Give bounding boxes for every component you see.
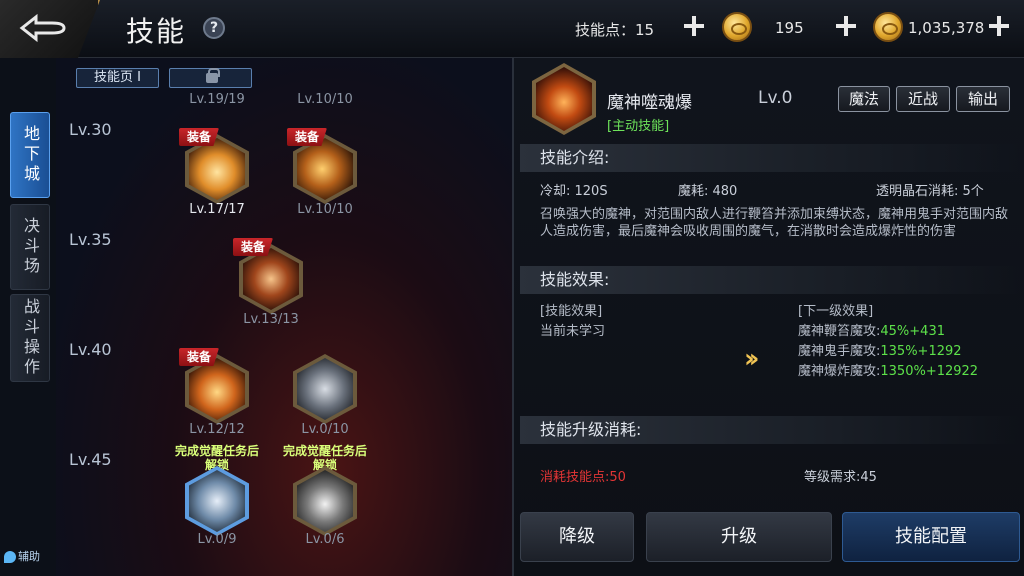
top-skill-level-1: Lv.19/19 bbox=[189, 92, 245, 107]
next-level-effect: [下一级效果] 魔神鞭笞魔攻:45%+431 魔神鬼手魔攻:135%+1292 … bbox=[798, 302, 978, 382]
tab-combat-controls[interactable]: 战斗操作 bbox=[10, 294, 50, 382]
skill-page-tab[interactable]: 技能页 I bbox=[76, 68, 159, 88]
upgrade-button[interactable]: 升级 bbox=[646, 512, 832, 562]
top-skill-level-2: Lv.10/10 bbox=[297, 92, 353, 107]
add-skill-points-button[interactable] bbox=[684, 16, 704, 36]
level-requirement: 等级需求:45 bbox=[804, 470, 877, 485]
skill-level: Lv.17/17 bbox=[189, 202, 245, 217]
next-effect-heading: [下一级效果] bbox=[798, 304, 874, 319]
add-gold-button[interactable] bbox=[836, 16, 856, 36]
assist-icon bbox=[4, 551, 16, 563]
skill-point-cost: 消耗技能点:50 bbox=[540, 470, 626, 485]
skill-level: Lv.0/9 bbox=[197, 532, 237, 547]
top-bar: 技能 ? 技能点：15 195 1,035,378 bbox=[0, 0, 1024, 58]
next-effect-line: 魔神鬼手魔攻:135%+1292 bbox=[798, 344, 962, 359]
skill-config-button[interactable]: 技能配置 bbox=[842, 512, 1020, 562]
effect-section-title: 技能效果: bbox=[520, 266, 1020, 294]
current-effect: [技能效果] 当前未学习 bbox=[540, 302, 605, 342]
tag-damage: 输出 bbox=[956, 86, 1010, 112]
next-effect-line: 魔神爆炸魔攻:1350%+12922 bbox=[798, 364, 979, 379]
selected-skill-frame bbox=[532, 63, 596, 135]
double-chevron-right-icon: ›› bbox=[744, 344, 760, 374]
skill-slot[interactable]: 装备 bbox=[179, 128, 249, 204]
bound-gold-icon bbox=[873, 12, 903, 42]
level-row-label: Lv.45 bbox=[69, 450, 112, 469]
level-row-label: Lv.35 bbox=[69, 230, 112, 249]
level-row-label: Lv.30 bbox=[69, 120, 112, 139]
equipped-tag: 装备 bbox=[179, 348, 219, 366]
current-effect-heading: [技能效果] bbox=[540, 304, 603, 319]
skill-level: Lv.0/10 bbox=[301, 422, 349, 437]
level-row-label: Lv.40 bbox=[69, 340, 112, 359]
gold-coins-value: 195 bbox=[775, 19, 804, 37]
page-title: 技能 bbox=[126, 15, 187, 48]
add-bound-gold-button[interactable] bbox=[989, 16, 1009, 36]
skill-slot[interactable] bbox=[185, 466, 249, 536]
skill-detail-panel: 魔神噬魂爆 [主动技能] Lv.0 魔法 近战 输出 技能介绍: 冷却: 120… bbox=[512, 58, 1024, 576]
assist-button[interactable]: 辅助 bbox=[4, 548, 40, 564]
skill-type: [主动技能] bbox=[607, 119, 670, 134]
skill-name: 魔神噬魂爆 bbox=[607, 93, 692, 113]
equipped-tag: 装备 bbox=[287, 128, 327, 146]
locked-skill-page-tab[interactable] bbox=[169, 68, 252, 88]
next-effect-line: 魔神鞭笞魔攻:45%+431 bbox=[798, 324, 945, 339]
skill-tree: 技能页 I Lv.19/19 Lv.10/10 Lv.30 Lv.35 Lv.4… bbox=[56, 58, 512, 576]
skill-slot[interactable]: 装备 bbox=[179, 348, 249, 424]
skill-slot[interactable]: 装备 bbox=[287, 128, 357, 204]
upgrade-cost-section-title: 技能升级消耗: bbox=[520, 416, 1020, 444]
skill-level: Lv.10/10 bbox=[297, 202, 353, 217]
intro-section-title: 技能介绍: bbox=[520, 144, 1020, 172]
tag-melee: 近战 bbox=[896, 86, 950, 112]
lock-icon bbox=[206, 68, 220, 83]
skill-level: Lv.12/12 bbox=[189, 422, 245, 437]
mana-cost: 魔耗: 480 bbox=[678, 184, 738, 199]
skill-points-label: 技能点：15 bbox=[575, 21, 655, 39]
skill-slot[interactable]: 装备 bbox=[233, 238, 303, 314]
help-icon[interactable]: ? bbox=[203, 17, 225, 39]
skill-slot[interactable] bbox=[293, 354, 357, 424]
back-button[interactable] bbox=[0, 0, 100, 58]
assist-label: 辅助 bbox=[18, 550, 40, 563]
category-sidebar: 地下城 决斗场 战斗操作 bbox=[0, 58, 56, 576]
equipped-tag: 装备 bbox=[233, 238, 273, 256]
tab-dungeon[interactable]: 地下城 bbox=[10, 112, 50, 198]
cooldown: 冷却: 120S bbox=[540, 184, 608, 199]
skill-description: 召唤强大的魔神，对范围内敌人进行鞭笞并添加束缚状态，魔神用鬼手对范围内敌人造成伤… bbox=[540, 207, 1009, 239]
equipped-tag: 装备 bbox=[179, 128, 219, 146]
gold-coin-icon bbox=[722, 12, 752, 42]
skill-current-level: Lv.0 bbox=[758, 88, 793, 108]
crystal-cost: 透明晶石消耗: 5个 bbox=[876, 184, 984, 199]
demon-burst-skill-icon bbox=[536, 67, 592, 131]
skill-level: Lv.0/6 bbox=[305, 532, 345, 547]
tag-magic: 魔法 bbox=[838, 86, 890, 112]
skill-level: Lv.13/13 bbox=[243, 312, 299, 327]
skill-slot[interactable] bbox=[293, 466, 357, 536]
downgrade-button[interactable]: 降级 bbox=[520, 512, 634, 562]
tab-arena[interactable]: 决斗场 bbox=[10, 204, 50, 290]
bound-gold-value: 1,035,378 bbox=[908, 19, 985, 37]
back-arrow-icon bbox=[19, 13, 66, 43]
current-effect-text: 当前未学习 bbox=[540, 324, 606, 339]
